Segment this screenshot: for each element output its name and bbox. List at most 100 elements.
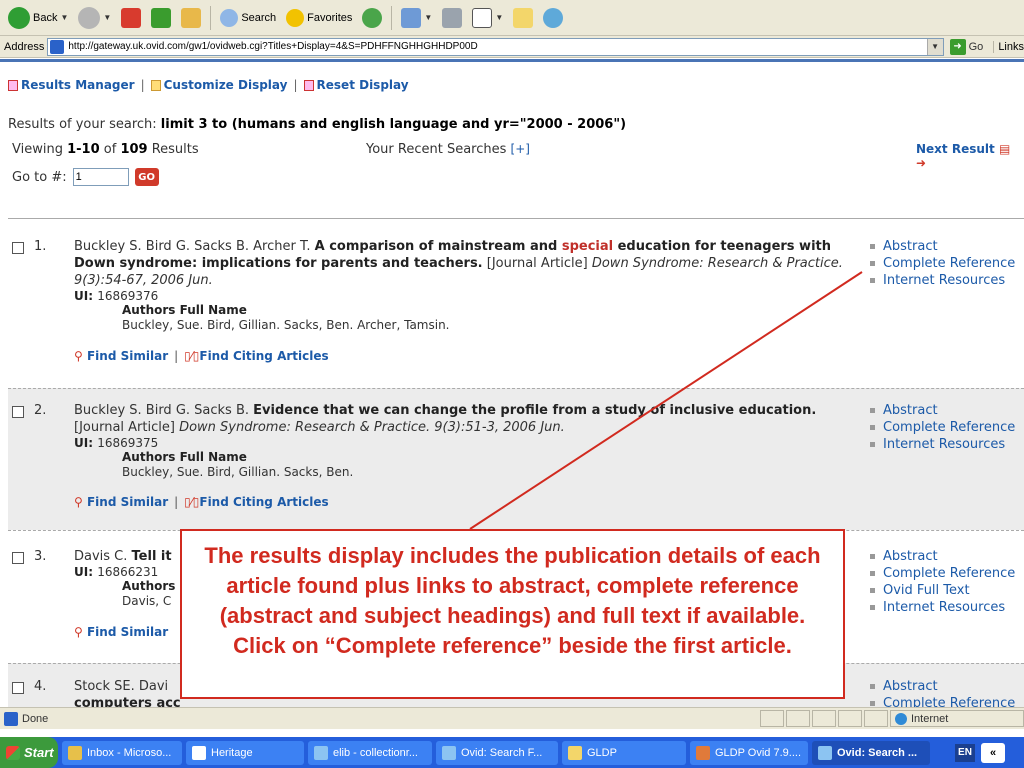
messenger-button[interactable] bbox=[539, 4, 567, 32]
result-source: Down Syndrome: Research & Practice. 9(3)… bbox=[179, 420, 565, 435]
separator: | bbox=[140, 78, 145, 92]
results-manager-link[interactable]: Results Manager bbox=[8, 78, 135, 92]
search-button[interactable]: Search bbox=[216, 4, 280, 32]
abstract-link[interactable]: Abstract bbox=[870, 678, 1015, 695]
customize-display-link[interactable]: Customize Display bbox=[150, 78, 287, 92]
find-similar-link[interactable]: ⚲ Find Similar bbox=[74, 625, 168, 639]
taskbar-item-outlook[interactable]: Inbox - Microso... bbox=[62, 740, 182, 765]
result-actions: ⚲ Find Similar bbox=[74, 625, 168, 639]
bullet bbox=[870, 442, 875, 447]
magnifier-icon: ⚲ bbox=[74, 349, 83, 363]
taskbar-item-elib[interactable]: elib - collectionr... bbox=[308, 740, 432, 765]
bullet bbox=[870, 554, 875, 559]
complete-reference-link[interactable]: Complete Reference bbox=[870, 695, 1015, 707]
search-prefix: Results of your search: bbox=[8, 117, 161, 132]
search-icon bbox=[220, 8, 239, 27]
internet-resources-link[interactable]: Internet Resources bbox=[870, 599, 1015, 616]
ui-label: UI: bbox=[74, 436, 98, 450]
result-title: Evidence that we can change the profile … bbox=[253, 403, 817, 418]
tray-expand-button[interactable]: « bbox=[981, 742, 1005, 763]
folder-button[interactable] bbox=[509, 4, 537, 32]
forward-arrow-icon bbox=[78, 6, 101, 29]
task-label: Ovid: Search F... bbox=[461, 746, 543, 759]
separator: | bbox=[174, 349, 179, 363]
recent-searches-toggle[interactable]: [+] bbox=[511, 142, 530, 156]
history-button[interactable] bbox=[358, 4, 386, 32]
language-indicator[interactable]: EN bbox=[955, 743, 975, 762]
link-label: Abstract bbox=[883, 549, 938, 564]
chevron-down-icon[interactable]: ▼ bbox=[926, 38, 943, 55]
complete-reference-link[interactable]: Complete Reference bbox=[870, 255, 1015, 272]
ui-label: UI: bbox=[74, 565, 98, 579]
taskbar-item-heritage[interactable]: Heritage bbox=[186, 740, 304, 765]
taskbar-item-ovid-active[interactable]: Ovid: Search ... bbox=[812, 740, 930, 765]
messenger-icon bbox=[543, 7, 564, 28]
search-query: limit 3 to (humans and english language … bbox=[160, 117, 627, 132]
bullet bbox=[870, 425, 875, 430]
forward-button[interactable]: ▼ bbox=[74, 4, 115, 32]
home-button[interactable] bbox=[177, 4, 205, 32]
result-number: 2. bbox=[34, 403, 47, 418]
complete-reference-link[interactable]: Complete Reference bbox=[870, 565, 1015, 582]
favorites-button[interactable]: Favorites bbox=[282, 4, 356, 32]
chevron-down-icon[interactable]: ▼ bbox=[60, 13, 68, 22]
reset-display-link[interactable]: Reset Display bbox=[303, 78, 409, 92]
chevron-down-icon[interactable]: ▼ bbox=[495, 13, 503, 22]
authors-full-name-label: Authors bbox=[122, 579, 176, 593]
back-button[interactable]: Back ▼ bbox=[4, 4, 72, 32]
viewing-range: 1-10 bbox=[67, 142, 100, 157]
next-result-link[interactable]: Next Result ▤ ➜ bbox=[916, 142, 1024, 170]
ui-value: 16869375 bbox=[97, 436, 159, 450]
result-type: [Journal Article] bbox=[74, 420, 180, 435]
goto-go-button[interactable]: GO bbox=[134, 168, 159, 186]
browser-toolbar: Back ▼ ▼ Search Favorites ▼ ▼ bbox=[0, 0, 1024, 36]
home-icon bbox=[181, 7, 202, 28]
internet-resources-link[interactable]: Internet Resources bbox=[870, 436, 1015, 453]
task-label: Ovid: Search ... bbox=[837, 746, 918, 759]
abstract-link[interactable]: Abstract bbox=[870, 238, 1015, 255]
edit-button[interactable]: ▼ bbox=[468, 4, 507, 32]
link-label: Internet Resources bbox=[883, 600, 1006, 615]
ovid-full-text-link[interactable]: Ovid Full Text bbox=[870, 582, 1015, 599]
abstract-link[interactable]: Abstract bbox=[870, 548, 1015, 565]
taskbar-item-ovid-search[interactable]: Ovid: Search F... bbox=[436, 740, 558, 765]
goto-input[interactable] bbox=[72, 168, 129, 186]
go-button[interactable]: ➜ Go bbox=[949, 38, 983, 55]
find-similar-link[interactable]: ⚲ Find Similar bbox=[74, 495, 168, 509]
address-url[interactable]: http://gateway.uk.ovid.com/gw1/ovidweb.c… bbox=[68, 41, 477, 52]
chevron-down-icon[interactable]: ▼ bbox=[103, 13, 111, 22]
result-actions: ⚲ Find Similar | ▯⁄▯Find Citing Articles bbox=[74, 349, 329, 363]
find-similar-label: Find Similar bbox=[86, 349, 169, 363]
result-citation: Buckley S. Bird G. Sacks B. Evidence tha… bbox=[74, 402, 854, 480]
bullet bbox=[870, 571, 875, 576]
find-citing-link[interactable]: ▯⁄▯Find Citing Articles bbox=[184, 495, 328, 509]
print-button[interactable] bbox=[438, 4, 466, 32]
chevron-down-icon[interactable]: ▼ bbox=[424, 13, 432, 22]
authors-full-name-label: Authors Full Name bbox=[122, 303, 247, 317]
start-button[interactable]: Start bbox=[0, 737, 58, 768]
abstract-link[interactable]: Abstract bbox=[870, 402, 1015, 419]
address-label: Address bbox=[4, 40, 45, 53]
results-toolbar: Results Manager | Customize Display | Re… bbox=[8, 78, 409, 92]
status-pane bbox=[812, 710, 836, 727]
authors-full-names: Buckley, Sue. Bird, Gillian. Sacks, Ben.… bbox=[122, 318, 450, 332]
result-checkbox[interactable] bbox=[12, 552, 24, 564]
result-checkbox[interactable] bbox=[12, 682, 24, 694]
mail-button[interactable]: ▼ bbox=[397, 4, 436, 32]
refresh-button[interactable] bbox=[147, 4, 175, 32]
result-checkbox[interactable] bbox=[12, 406, 24, 418]
divider bbox=[8, 388, 1024, 389]
stop-button[interactable] bbox=[117, 4, 145, 32]
find-citing-link[interactable]: ▯⁄▯Find Citing Articles bbox=[184, 349, 328, 363]
citing-icon: ▯⁄▯ bbox=[184, 349, 200, 363]
links-button[interactable]: Links bbox=[993, 40, 1024, 53]
find-similar-link[interactable]: ⚲ Find Similar bbox=[74, 349, 168, 363]
internet-resources-link[interactable]: Internet Resources bbox=[870, 272, 1015, 289]
taskbar-item-gldp[interactable]: GLDP bbox=[562, 740, 686, 765]
result-number: 1. bbox=[34, 239, 47, 254]
taskbar-item-gldp-ovid[interactable]: GLDP Ovid 7.9.... bbox=[690, 740, 808, 765]
address-input[interactable]: http://gateway.uk.ovid.com/gw1/ovidweb.c… bbox=[47, 37, 944, 56]
complete-reference-link[interactable]: Complete Reference bbox=[870, 419, 1015, 436]
task-label: Inbox - Microso... bbox=[87, 746, 172, 759]
result-checkbox[interactable] bbox=[12, 242, 24, 254]
